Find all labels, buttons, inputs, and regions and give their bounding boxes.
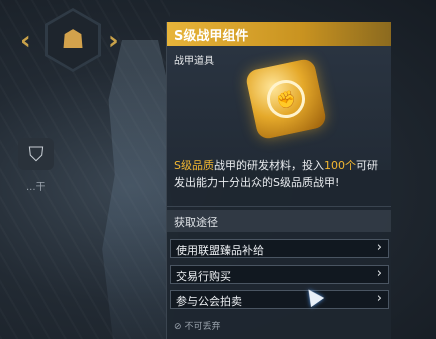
item-description: S级品质战甲的研发材料，投入100个可研发出能力十分出众的S级品质战甲! <box>174 157 388 191</box>
chevron-right-icon: › <box>376 266 382 281</box>
desc-highlight-grade: S级品质 <box>174 159 214 172</box>
source-button-trade[interactable]: 交易行购买 › <box>170 265 389 284</box>
divider <box>167 206 391 207</box>
item-tooltip-panel: S级战甲组件 战甲道具 ✊ S级品质战甲的研发材料，投入100个可研发出能力十分… <box>166 22 391 339</box>
helmet-icon[interactable]: ⛉ <box>18 138 54 170</box>
footer-note: ⊘ 不可丢弃 <box>174 319 221 332</box>
footer-label: 不可丢弃 <box>184 322 221 332</box>
source-button-guild-auction[interactable]: 参与公会拍卖 › <box>170 290 389 309</box>
item-preview: 战甲道具 ✊ <box>167 46 391 170</box>
prev-arrow-icon[interactable]: ‹ <box>20 28 31 54</box>
armor-head-icon: ☗ <box>61 25 85 55</box>
source-label: 交易行购买 <box>176 270 231 283</box>
no-discard-icon: ⊘ <box>174 322 182 332</box>
desc-highlight-count: 100个 <box>323 159 356 172</box>
item-title: S级战甲组件 <box>174 29 249 44</box>
source-button-alliance-supply[interactable]: 使用联盟臻品补给 › <box>170 239 389 258</box>
item-type: 战甲道具 <box>174 56 214 67</box>
armor-component-icon: ✊ <box>244 57 328 141</box>
chevron-right-icon: › <box>376 240 382 255</box>
fist-emblem-icon: ✊ <box>263 76 309 122</box>
next-arrow-icon[interactable]: › <box>108 28 119 54</box>
chevron-right-icon: › <box>376 291 382 306</box>
acquire-label: 获取途径 <box>174 216 218 229</box>
side-label: ...干 <box>26 182 46 193</box>
panel-title-bar: S级战甲组件 <box>167 22 391 46</box>
source-label: 使用联盟臻品补给 <box>176 244 264 257</box>
source-label: 参与公会拍卖 <box>176 295 242 308</box>
acquire-header: 获取途径 <box>167 210 391 232</box>
desc-text-1: 战甲的研发材料，投入 <box>213 159 324 172</box>
